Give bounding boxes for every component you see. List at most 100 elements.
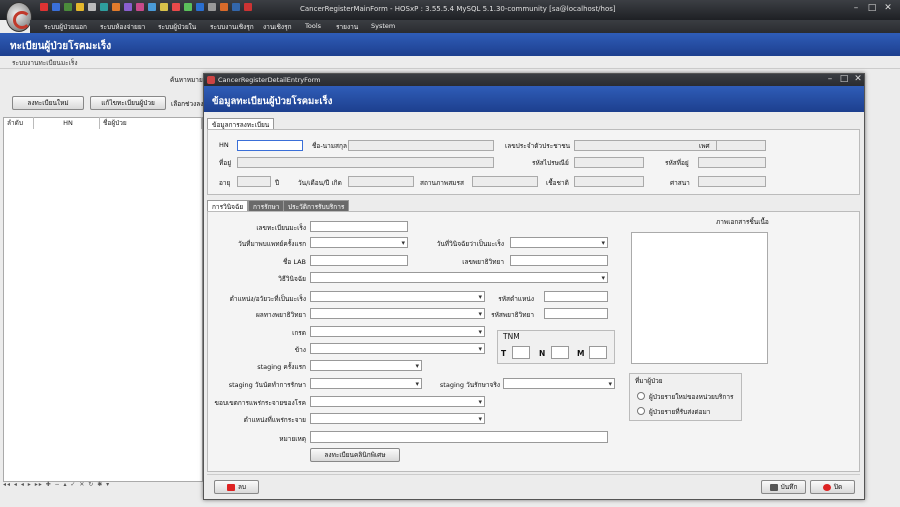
year-unit-label: ปี	[275, 179, 280, 187]
postcode-field	[574, 157, 644, 168]
delete-icon	[226, 483, 235, 491]
t-input[interactable]	[512, 346, 530, 359]
toolbar-calendar-icon[interactable]	[124, 3, 132, 11]
close-button-label: ปิด	[833, 483, 843, 491]
toolbar-stop-icon[interactable]	[40, 3, 48, 11]
origin-refer-radio[interactable]	[637, 407, 645, 415]
biopsy-image-box[interactable]	[631, 232, 768, 364]
n-label: N	[539, 349, 546, 358]
menu-item-opd[interactable]: ระบบผู้ป่วยนอก	[44, 22, 87, 32]
menu-item-proactive-system[interactable]: ระบบงานเชิงรุก	[210, 22, 254, 32]
tab-diagnosis[interactable]: การวินิจฉัย	[207, 200, 249, 211]
path-no-input[interactable]	[510, 255, 608, 266]
col-header-hn[interactable]: HN	[34, 117, 100, 129]
hn-input[interactable]	[237, 140, 303, 151]
diag-date-picker[interactable]	[510, 237, 608, 248]
toolbar-person-icon[interactable]	[112, 3, 120, 11]
nation-label: เชื้อชาติ	[546, 179, 569, 187]
first-visit-date-picker[interactable]	[310, 237, 408, 248]
pathology-label: ผลทางพยาธิวิทยา	[255, 311, 306, 319]
address-label: ที่อยู่	[219, 159, 231, 167]
toolbar-mail-icon[interactable]	[148, 3, 156, 11]
metastasis-select[interactable]	[310, 413, 485, 424]
stage-first-label: staging ครั้งแรก	[257, 363, 306, 371]
path-no-label: เลขพยาธิวิทยา	[462, 258, 504, 266]
save-button-label: บันทึก	[780, 483, 798, 491]
menu-item-tools[interactable]: Tools	[305, 22, 321, 30]
site-label: ตำแหน่ง/อวัยวะที่เป็นมะเร็ง	[229, 295, 306, 303]
dialog-minimize-icon[interactable]: –	[824, 74, 836, 85]
origin-new-label: ผู้ป่วยรายใหม่ของหน่วยบริการ	[649, 393, 734, 401]
toolbar-heart-icon[interactable]	[172, 3, 180, 11]
dialog-maximize-icon[interactable]: □	[838, 74, 850, 85]
tab-service-history[interactable]: ประวัติการรับบริการ	[283, 200, 350, 211]
dialog-close-icon[interactable]: ✕	[852, 74, 864, 85]
t-label: T	[501, 349, 507, 358]
origin-new-radio[interactable]	[637, 392, 645, 400]
path-code-input[interactable]	[544, 308, 608, 319]
nation-field	[574, 176, 644, 187]
m-input[interactable]	[589, 346, 607, 359]
maximize-icon[interactable]: □	[866, 3, 878, 14]
patient-list[interactable]	[3, 117, 203, 482]
save-button[interactable]: บันทึก	[761, 480, 806, 494]
method-select[interactable]	[310, 272, 608, 283]
menu-item-system[interactable]: System	[371, 22, 395, 30]
col-header-name[interactable]: ชื่อผู้ป่วย	[100, 117, 202, 129]
stage-actual-select[interactable]	[503, 378, 615, 389]
origin-refer-label: ผู้ป่วยรายที่รับส่งต่อมา	[649, 408, 711, 416]
stage-first-select[interactable]	[310, 360, 422, 371]
toolbar-chart-icon[interactable]	[136, 3, 144, 11]
first-visit-label: วันที่มาพบแพทย์ครั้งแรก	[238, 240, 306, 248]
toolbar-back-icon[interactable]	[52, 3, 60, 11]
stage-treat-date-label: staging วันนัดทำการรักษา	[228, 381, 306, 389]
reg-no-input[interactable]	[310, 221, 408, 232]
toolbar-check-icon[interactable]	[184, 3, 192, 11]
record-navigator[interactable]: ◂◂ ◂ ◂ ▸ ▸▸ ✚ − ▴ ✓ ✕ ↻ ✱ ▾	[3, 481, 203, 491]
close-icon[interactable]: ✕	[882, 3, 894, 14]
toolbar-help-icon[interactable]	[196, 3, 204, 11]
lab-name-input[interactable]	[310, 255, 408, 266]
tab-registration-info[interactable]: ข้อมูลการลงทะเบียน	[207, 118, 275, 129]
tnm-label: TNM	[503, 332, 520, 341]
toolbar-globe-icon[interactable]	[100, 3, 108, 11]
toolbar-db-icon[interactable]	[232, 3, 240, 11]
side-select[interactable]	[310, 343, 485, 354]
note-input[interactable]	[310, 431, 608, 443]
n-input[interactable]	[551, 346, 569, 359]
stage-actual-label: staging วันรักษาจริง	[439, 381, 500, 389]
col-header-no[interactable]: ลำดับ	[4, 117, 34, 129]
toolbar-doc-icon[interactable]	[88, 3, 96, 11]
menu-item-proactive[interactable]: งานเชิงรุก	[263, 22, 292, 32]
grade-select[interactable]	[310, 326, 485, 337]
menu-item-pharmacy[interactable]: ระบบห้องจ่ายยา	[100, 22, 145, 32]
edit-register-button[interactable]: แก้ไขทะเบียนผู้ป่วย	[90, 96, 166, 110]
delete-button[interactable]: ลบ	[214, 480, 259, 494]
close-button[interactable]: ปิด	[810, 480, 855, 494]
special-clinic-button[interactable]: ลงทะเบียนคลินิกพิเศษ	[310, 448, 400, 462]
dob-field	[348, 176, 414, 187]
app-logo-icon	[6, 2, 32, 32]
patient-origin-title: ที่มาผู้ป่วย	[635, 377, 663, 385]
range-label: เลือกช่วงลง	[171, 100, 204, 108]
cid-label: เลขประจำตัวประชาชน	[505, 142, 571, 150]
minimize-icon[interactable]: –	[850, 3, 862, 14]
toolbar-forward-icon[interactable]	[64, 3, 72, 11]
site-code-input[interactable]	[544, 291, 608, 302]
toolbar-folder-icon[interactable]	[76, 3, 84, 11]
toolbar-exit-icon[interactable]	[244, 3, 252, 11]
sex-label: เพศ	[699, 142, 710, 150]
window-title: CancerRegisterMainForm - HOSxP : 3.55.5.…	[300, 5, 616, 13]
name-field	[348, 140, 494, 151]
new-register-button[interactable]: ลงทะเบียนใหม่	[12, 96, 84, 110]
extent-select[interactable]	[310, 396, 485, 407]
toolbar-tools-icon[interactable]	[220, 3, 228, 11]
tab-treatment[interactable]: การรักษา	[248, 200, 285, 211]
toolbar-print-icon[interactable]	[208, 3, 216, 11]
note-label: หมายเหตุ	[279, 435, 306, 443]
marital-field	[472, 176, 538, 187]
menu-item-reports[interactable]: รายงาน	[336, 22, 358, 32]
menu-item-ipd[interactable]: ระบบผู้ป่วยใน	[158, 22, 196, 32]
toolbar-lock-icon[interactable]	[160, 3, 168, 11]
stage-treat-date-select[interactable]	[310, 378, 422, 389]
